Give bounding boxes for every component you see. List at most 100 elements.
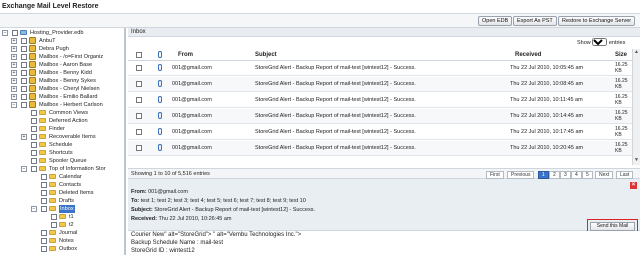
tree-item-deferred-action[interactable]: Deferred Action — [21, 117, 124, 125]
checkbox[interactable] — [31, 134, 37, 140]
expand-icon[interactable]: + — [11, 70, 17, 76]
column-size[interactable]: Size — [615, 52, 627, 58]
collapse-icon[interactable]: − — [31, 206, 37, 212]
expand-icon[interactable]: + — [11, 46, 17, 52]
column-subject[interactable]: Subject — [255, 52, 277, 58]
tree-item-anbut[interactable]: + AnbuT — [11, 37, 124, 45]
tree-item-journal[interactable]: Journal — [31, 229, 124, 237]
expand-icon[interactable]: + — [11, 62, 17, 68]
expand-icon[interactable]: + — [11, 78, 17, 84]
tree-item-cheryl[interactable]: + Mailbox - Cheryl Nielsen — [11, 85, 124, 93]
checkbox[interactable] — [21, 38, 27, 44]
checkbox[interactable] — [21, 62, 27, 68]
checkbox[interactable] — [41, 230, 47, 236]
table-row[interactable]: 001@gmail.com StoreGrid Alert - Backup R… — [128, 125, 636, 140]
checkbox[interactable] — [31, 110, 37, 116]
checkbox[interactable] — [31, 150, 37, 156]
checkbox[interactable] — [21, 54, 27, 60]
last-page-button[interactable]: Last — [616, 171, 634, 179]
tree-item-outbox[interactable]: Outbox — [31, 245, 124, 253]
tree-item-contacts[interactable]: Contacts — [31, 181, 124, 189]
checkbox[interactable] — [12, 30, 18, 36]
expand-icon[interactable]: + — [11, 54, 17, 60]
checkbox[interactable] — [21, 70, 27, 76]
checkbox[interactable] — [21, 94, 27, 100]
tree-item-herbert[interactable]: − Mailbox - Herbert Carlson — [11, 101, 124, 109]
table-row[interactable]: 001@gmail.com StoreGrid Alert - Backup R… — [128, 93, 636, 108]
tree-item-aaron[interactable]: + Mailbox - Aaron Base — [11, 61, 124, 69]
checkbox[interactable] — [21, 86, 27, 92]
tree-item-t2[interactable]: t2 — [41, 221, 124, 229]
next-page-button[interactable]: Next — [595, 171, 614, 179]
tree-item-finder[interactable]: Finder — [21, 125, 124, 133]
row-checkbox[interactable] — [136, 129, 142, 135]
tree-item-inbox[interactable]: − Inbox — [31, 205, 124, 213]
tree-item-shortcuts[interactable]: Shortcuts — [21, 149, 124, 157]
table-row[interactable]: 001@gmail.com StoreGrid Alert - Backup R… — [128, 61, 636, 76]
first-page-button[interactable]: First — [486, 171, 504, 179]
checkbox[interactable] — [21, 102, 27, 108]
tree-item-schedule[interactable]: Schedule — [21, 141, 124, 149]
tree-item-drafts[interactable]: Drafts — [31, 197, 124, 205]
page-5-button[interactable]: 5 — [582, 171, 593, 179]
table-row[interactable]: 001@gmail.com StoreGrid Alert - Backup R… — [128, 141, 636, 156]
table-row[interactable]: 001@gmail.com StoreGrid Alert - Backup R… — [128, 109, 636, 124]
page-3-button[interactable]: 3 — [560, 171, 571, 179]
checkbox[interactable] — [41, 206, 47, 212]
row-checkbox[interactable] — [136, 81, 142, 87]
scroll-up-icon[interactable]: ▲ — [633, 49, 640, 56]
tree-item-benny-sykes[interactable]: + Mailbox - Benny Sykes — [11, 77, 124, 85]
expand-icon[interactable]: + — [21, 134, 27, 140]
page-2-button[interactable]: 2 — [549, 171, 560, 179]
tree-item-debra[interactable]: + Debra Pugh — [11, 45, 124, 53]
tree-item-top-of-info[interactable]: − Top of Information Stor — [21, 165, 124, 173]
restore-exchange-button[interactable]: Restore to Exchange Server — [558, 16, 636, 26]
checkbox[interactable] — [21, 46, 27, 52]
tree-item-emilio[interactable]: + Mailbox - Emilio Ballard — [11, 93, 124, 101]
page-4-button[interactable]: 4 — [571, 171, 582, 179]
checkbox[interactable] — [41, 190, 47, 196]
row-checkbox[interactable] — [136, 65, 142, 71]
close-icon[interactable]: × — [630, 182, 637, 189]
expand-icon[interactable]: + — [11, 38, 17, 44]
tree-item-mailbox-org[interactable]: + Mailbox - /o=First Organiz — [11, 53, 124, 61]
tree-item-recoverable[interactable]: + Recoverable Items — [21, 133, 124, 141]
page-1-button[interactable]: 1 — [538, 171, 549, 179]
checkbox[interactable] — [51, 222, 57, 228]
export-pst-button[interactable]: Export As PST — [513, 16, 557, 26]
expand-icon[interactable]: + — [11, 94, 17, 100]
expand-icon[interactable]: + — [11, 86, 17, 92]
tree-item-notes[interactable]: Notes — [31, 237, 124, 245]
tree-item-edb[interactable]: − Hosting_Provider.edb — [2, 29, 124, 37]
collapse-icon[interactable]: − — [2, 30, 8, 36]
checkbox[interactable] — [41, 238, 47, 244]
scroll-down-icon[interactable]: ▼ — [633, 157, 640, 164]
send-mail-button[interactable]: Send this Mail — [590, 222, 635, 231]
list-scrollbar[interactable]: ▲ ▼ — [632, 49, 640, 165]
row-checkbox[interactable] — [136, 145, 142, 151]
previous-page-button[interactable]: Previous — [507, 171, 535, 179]
column-received[interactable]: Received — [515, 52, 541, 58]
select-all-checkbox[interactable] — [136, 52, 142, 58]
checkbox[interactable] — [31, 166, 37, 172]
collapse-icon[interactable]: − — [21, 166, 27, 172]
page-size-select[interactable]: 10 — [592, 38, 608, 46]
column-from[interactable]: From — [178, 52, 193, 58]
tree-item-spooler[interactable]: Spooler Queue — [21, 157, 124, 165]
tree-item-t1[interactable]: t1 — [41, 213, 124, 221]
checkbox[interactable] — [51, 214, 57, 220]
checkbox[interactable] — [41, 198, 47, 204]
checkbox[interactable] — [21, 78, 27, 84]
checkbox[interactable] — [31, 118, 37, 124]
collapse-icon[interactable]: − — [11, 102, 17, 108]
tree-item-common-views[interactable]: Common Views — [21, 109, 124, 117]
tree-item-calendar[interactable]: Calendar — [31, 173, 124, 181]
checkbox[interactable] — [31, 142, 37, 148]
checkbox[interactable] — [41, 182, 47, 188]
checkbox[interactable] — [31, 158, 37, 164]
open-edb-button[interactable]: Open EDB — [478, 16, 513, 26]
tree-item-benny-kidd[interactable]: + Mailbox - Benny Kidd — [11, 69, 124, 77]
row-checkbox[interactable] — [136, 97, 142, 103]
table-row[interactable]: 001@gmail.com StoreGrid Alert - Backup R… — [128, 77, 636, 92]
row-checkbox[interactable] — [136, 113, 142, 119]
